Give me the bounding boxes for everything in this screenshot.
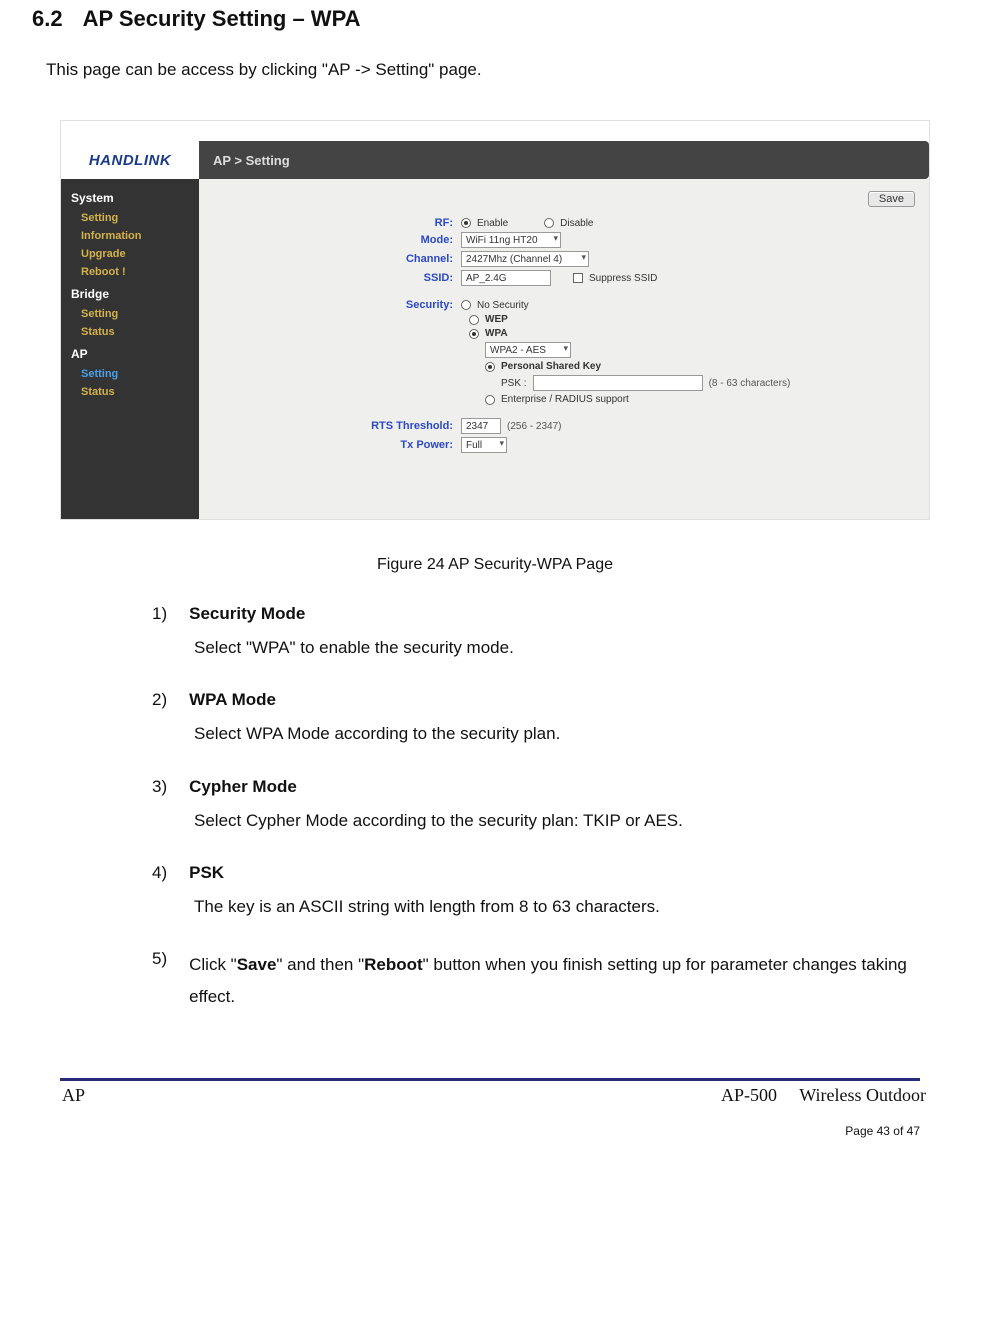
sidebar-item-setting[interactable]: Setting [61, 209, 199, 227]
security-none-label: No Security [477, 300, 529, 311]
list-item: 3) Cypher Mode Select Cypher Mode accord… [152, 777, 954, 837]
sidebar-item-information[interactable]: Information [61, 227, 199, 245]
form-content: Save RF: Enable Disable Mode: [199, 179, 929, 519]
section-heading: 6.2 AP Security Setting – WPA [32, 6, 958, 32]
list-item: 4) PSK The key is an ASCII string with l… [152, 863, 954, 923]
channel-select[interactable]: 2427Mhz (Channel 4) [461, 251, 589, 267]
sidebar-item-ap-status[interactable]: Status [61, 383, 199, 401]
rf-enable-label: Enable [477, 218, 508, 229]
footer-model: AP-500 [721, 1085, 777, 1105]
psk-radio[interactable] [485, 362, 495, 372]
sidebar-group-ap: AP [61, 341, 199, 365]
wpa-mode-select[interactable]: WPA2 - AES [485, 342, 571, 358]
sidebar-group-system: System [61, 185, 199, 209]
security-wep-radio[interactable] [469, 315, 479, 325]
ssid-input[interactable]: AP_2.4G [461, 270, 551, 286]
item-number: 1) [152, 604, 167, 624]
sidebar-item-bridge-setting[interactable]: Setting [61, 305, 199, 323]
mode-label: Mode: [213, 234, 461, 246]
rf-enable-radio[interactable] [461, 218, 471, 228]
security-wpa-label: WPA [485, 328, 508, 339]
item-title: Cypher Mode [189, 777, 297, 797]
ssid-label: SSID: [213, 272, 461, 284]
item-title: Security Mode [189, 604, 305, 624]
item-number: 2) [152, 690, 167, 710]
list-item: 5) Click "Save" and then "Reboot" button… [152, 949, 954, 1014]
item-desc: Select Cypher Mode according to the secu… [194, 805, 954, 837]
rts-label: RTS Threshold: [213, 420, 461, 432]
figure-caption: Figure 24 AP Security-WPA Page [32, 556, 958, 574]
txpower-select[interactable]: Full [461, 437, 507, 453]
item-desc: Select "WPA" to enable the security mode… [194, 632, 954, 664]
security-wep-label: WEP [485, 314, 508, 325]
rf-disable-label: Disable [560, 218, 593, 229]
instruction-list: 1) Security Mode Select "WPA" to enable … [152, 604, 954, 1014]
screenshot-figure: HANDLINK AP > Setting System Setting Inf… [60, 120, 930, 520]
breadcrumb: AP > Setting [199, 141, 929, 179]
rf-label: RF: [213, 217, 461, 229]
enterprise-radio[interactable] [485, 395, 495, 405]
suppress-ssid-checkbox[interactable] [573, 273, 583, 283]
list-item: 1) Security Mode Select "WPA" to enable … [152, 604, 954, 664]
suppress-ssid-label: Suppress SSID [589, 273, 657, 284]
sidebar-item-reboot[interactable]: Reboot ! [61, 263, 199, 281]
txpower-label: Tx Power: [213, 439, 461, 451]
section-title-text: AP Security Setting – WPA [83, 6, 361, 31]
sidebar-item-bridge-status[interactable]: Status [61, 323, 199, 341]
channel-label: Channel: [213, 253, 461, 265]
save-button[interactable]: Save [868, 191, 915, 207]
item-desc: Click "Save" and then "Reboot" button wh… [189, 949, 954, 1014]
list-item: 2) WPA Mode Select WPA Mode according to… [152, 690, 954, 750]
sidebar-item-ap-setting[interactable]: Setting [61, 365, 199, 383]
item-number: 5) [152, 949, 167, 1014]
intro-text: This page can be access by clicking "AP … [46, 60, 958, 80]
item-desc: The key is an ASCII string with length f… [194, 891, 954, 923]
psk-hint: (8 - 63 characters) [709, 378, 791, 389]
security-none-radio[interactable] [461, 300, 471, 310]
sidebar-group-bridge: Bridge [61, 281, 199, 305]
rf-disable-radio[interactable] [544, 218, 554, 228]
rts-input[interactable]: 2347 [461, 418, 501, 434]
rts-hint: (256 - 2347) [507, 421, 561, 432]
page-number: Page 43 of 47 [0, 1124, 920, 1138]
psk-radio-label: Personal Shared Key [501, 361, 601, 372]
footer-desc: Wireless Outdoor [799, 1085, 926, 1105]
psk-input[interactable] [533, 375, 703, 391]
item-title: WPA Mode [189, 690, 276, 710]
sidebar-item-upgrade[interactable]: Upgrade [61, 245, 199, 263]
item-title: PSK [189, 863, 224, 883]
item-number: 3) [152, 777, 167, 797]
item-number: 4) [152, 863, 167, 883]
mode-select[interactable]: WiFi 11ng HT20 [461, 232, 561, 248]
enterprise-label: Enterprise / RADIUS support [501, 394, 629, 405]
security-label: Security: [213, 299, 461, 311]
section-number: 6.2 [32, 6, 63, 31]
footer-divider [60, 1078, 920, 1081]
item-desc: Select WPA Mode according to the securit… [194, 718, 954, 750]
logo: HANDLINK [61, 141, 199, 179]
sidebar: System Setting Information Upgrade Reboo… [61, 179, 199, 519]
psk-label: PSK : [501, 378, 527, 389]
security-wpa-radio[interactable] [469, 329, 479, 339]
